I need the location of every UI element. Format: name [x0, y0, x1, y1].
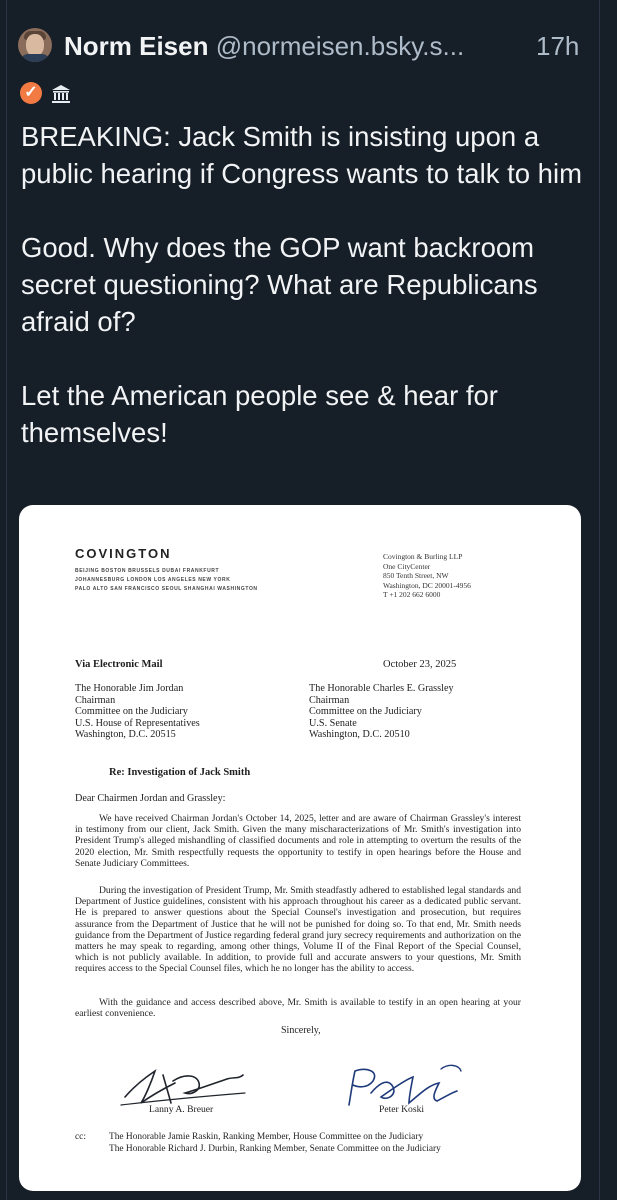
cc-list: The Honorable Jamie Raskin, Ranking Memb… [109, 1132, 441, 1155]
office-line: PALO ALTO SAN FRANCISCO SEOUL SHANGHAI W… [75, 586, 258, 592]
closing: Sincerely, [281, 1025, 321, 1036]
author-handle[interactable]: @normeisen.bsky.s... [216, 31, 464, 61]
recipient-line: U.S. Senate [309, 717, 357, 729]
signer-name: Peter Koski [379, 1104, 425, 1115]
recipient-line: The Honorable Jim Jordan [75, 683, 184, 694]
signer-name: Lanny A. Breuer [149, 1104, 214, 1115]
office-line: JOHANNESBURG LONDON LOS ANGELES NEW YORK [75, 577, 231, 583]
cc-label: cc: [75, 1132, 86, 1142]
letter-date: October 23, 2025 [383, 659, 457, 670]
post-time[interactable]: 17h [536, 26, 579, 66]
recipient-jordan: The Honorable Jim Jordan Chairman Commit… [75, 683, 200, 741]
post-header: Norm Eisen @normeisen.bsky.s... [64, 26, 604, 66]
recipient-line: Committee on the Judiciary [75, 706, 188, 717]
firm-address-line: Covington & Burling LLP [383, 552, 463, 561]
avatar[interactable] [18, 28, 52, 62]
firm-address-line: 850 Tenth Street, NW [383, 571, 449, 580]
avatar-face [26, 34, 44, 56]
firm-address-line: One CityCenter [383, 561, 431, 571]
firm-address-line: T +1 202 662 6000 [383, 590, 441, 599]
letter-paragraph: With the guidance and access described a… [75, 997, 521, 1020]
recipient-line: Committee on the Judiciary [309, 706, 422, 717]
recipient-line: Washington, D.C. 20515 [75, 729, 176, 740]
recipient-line: U.S. House of Representatives [75, 717, 200, 729]
recipient-line: Washington, D.C. 20510 [309, 729, 410, 740]
post-text: BREAKING: Jack Smith is insisting upon a… [21, 121, 582, 448]
office-list: BEIJING BOSTON BRUSSELS DUBAI FRANKFURT … [75, 567, 258, 594]
letter-image[interactable]: COVINGTON BEIJING BOSTON BRUSSELS DUBAI … [19, 505, 581, 1191]
office-line: BEIJING BOSTON BRUSSELS DUBAI FRANKFURT [75, 568, 220, 574]
verified-check-icon[interactable]: ✓ [20, 82, 42, 104]
post[interactable]: Norm Eisen @normeisen.bsky.s... 17h ✓ BR… [0, 0, 617, 1200]
recipient-line: Chairman [309, 694, 350, 706]
subject-line: Re: Investigation of Jack Smith [109, 767, 251, 778]
recipient-line: Chairman [75, 694, 116, 706]
firm-address-line: Washington, DC 20001-4956 [383, 580, 471, 590]
salutation: Dear Chairmen Jordan and Grassley: [75, 793, 226, 804]
firm-address: Covington & Burling LLP One CityCenter 8… [383, 552, 471, 600]
letter-paragraph: During the investigation of President Tr… [75, 885, 521, 975]
firm-logo: COVINGTON [75, 546, 172, 561]
government-building-icon[interactable] [50, 83, 72, 105]
letter-paragraph: We have received Chairman Jordan's Octob… [75, 813, 521, 869]
recipient-line: The Honorable Charles E. Grassley [309, 683, 454, 694]
delivery-method: Via Electronic Mail [75, 659, 163, 670]
recipient-grassley: The Honorable Charles E. Grassley Chairm… [309, 683, 454, 741]
cc-line: The Honorable Richard J. Durbin, Ranking… [109, 1143, 441, 1154]
cc-line: The Honorable Jamie Raskin, Ranking Memb… [109, 1132, 424, 1142]
avatar-shirt [20, 54, 50, 62]
author-name[interactable]: Norm Eisen [64, 31, 209, 61]
